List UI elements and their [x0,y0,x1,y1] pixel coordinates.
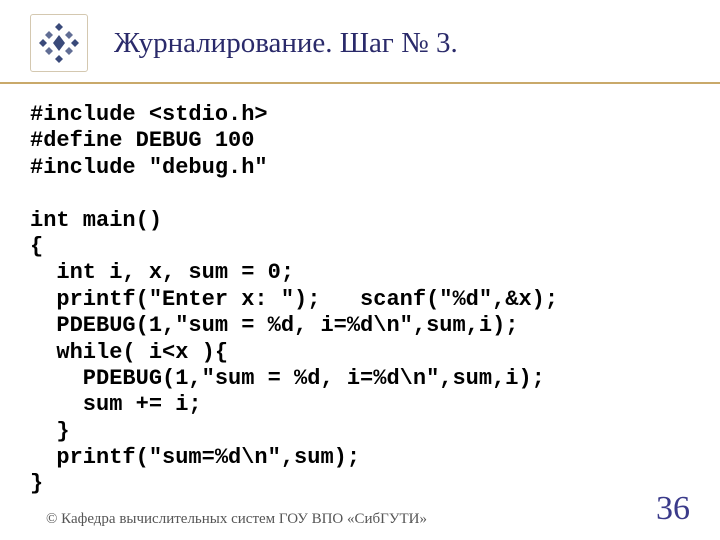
slide-footer: © Кафедра вычислительных систем ГОУ ВПО … [0,490,720,528]
code-listing: #include <stdio.h> #define DEBUG 100 #in… [0,84,720,498]
page-number: 36 [656,490,690,528]
logo-icon [30,14,88,72]
copyright-text: © Кафедра вычислительных систем ГОУ ВПО … [46,511,427,528]
slide-title: Журналирование. Шаг № 3. [114,27,458,60]
slide-header: Журналирование. Шаг № 3. [0,0,720,84]
